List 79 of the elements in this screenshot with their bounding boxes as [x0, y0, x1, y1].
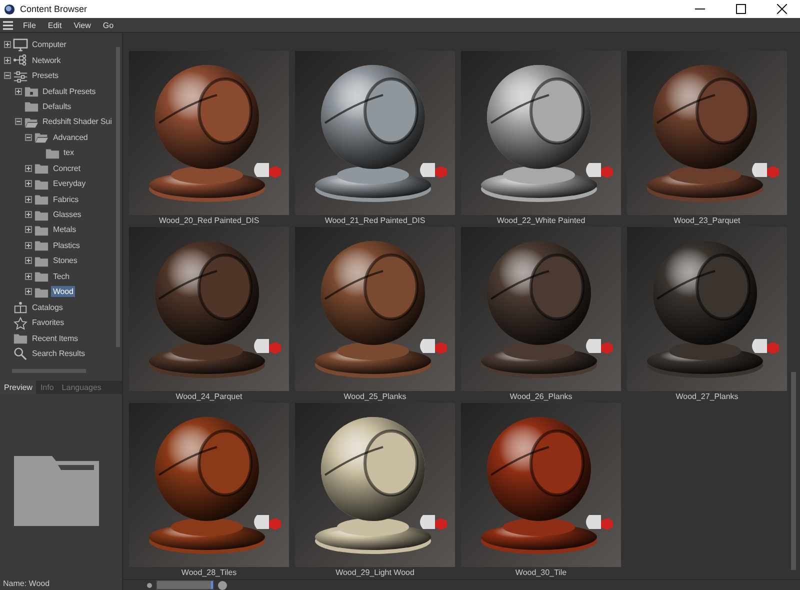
preview-name: Name: Wood [3, 579, 51, 588]
menu-icon[interactable] [3, 20, 13, 30]
tree-item[interactable]: Defaults [40, 100, 74, 112]
zoom-out-dot[interactable] [147, 582, 152, 588]
menu-item[interactable]: Edit [46, 20, 64, 30]
material-name: Wood_28_Tiles [180, 567, 238, 579]
zoom-in-dot[interactable] [218, 580, 227, 590]
tree-item[interactable]: Glasses [51, 209, 84, 220]
tree-item[interactable]: Search Results [30, 348, 87, 359]
collapse-icon[interactable] [25, 134, 32, 141]
material-name: Wood_30_Tile [514, 567, 568, 579]
material-sphere-render[interactable] [295, 403, 455, 567]
expand-icon[interactable] [25, 272, 32, 280]
material-sphere-render[interactable] [129, 403, 289, 567]
expand-icon[interactable] [25, 226, 32, 234]
tree-item[interactable]: Redshift Shader Sui [40, 116, 114, 128]
star-icon [13, 316, 28, 330]
material-name: Wood_21_Red Painted_DIS [324, 215, 426, 227]
material-name: Wood_29_Light Wood [334, 567, 416, 579]
tree-item[interactable]: Tech [51, 270, 72, 282]
material-sphere-render[interactable] [295, 51, 455, 215]
expand-icon[interactable] [25, 211, 32, 218]
material-sphere-render[interactable] [295, 227, 455, 391]
panel-tab[interactable]: Preview [0, 381, 36, 394]
expand-icon[interactable] [25, 180, 32, 188]
material-sphere-render[interactable] [461, 403, 621, 567]
material-sphere-render[interactable] [461, 227, 621, 391]
expand-icon[interactable] [25, 257, 32, 264]
catalog-icon [13, 300, 28, 314]
minimize-icon[interactable] [695, 8, 705, 10]
tree-item[interactable]: Presets [30, 70, 60, 82]
material-name: Wood_26_Planks [508, 391, 574, 403]
expand-icon[interactable] [25, 196, 32, 203]
material-sphere-render[interactable] [129, 227, 289, 391]
material-sphere-render[interactable] [627, 227, 787, 391]
material-name: Wood_25_Planks [342, 391, 408, 403]
search-icon [13, 346, 28, 360]
tree-item[interactable]: Catalogs [30, 302, 65, 313]
tree-item[interactable]: Fabrics [51, 194, 81, 205]
network-icon [13, 53, 28, 68]
menu-item[interactable]: File [21, 20, 38, 30]
tree-item[interactable]: Stones [51, 255, 80, 266]
menu-item[interactable]: View [72, 20, 93, 30]
expand-icon[interactable] [25, 164, 32, 172]
maximize-icon[interactable] [736, 4, 746, 14]
expand-icon[interactable] [4, 41, 11, 48]
tree-item[interactable]: Favorites [30, 317, 66, 328]
sliders-icon [13, 68, 28, 83]
folder-preview-icon [14, 456, 99, 526]
monitor-icon [13, 38, 28, 52]
tree-item[interactable]: Advanced [51, 132, 90, 143]
material-name: Wood_23_Parquet [672, 215, 742, 227]
material-sphere-render[interactable] [627, 51, 787, 215]
collapse-icon[interactable] [4, 72, 11, 80]
material-name: Wood_22_White Painted [496, 215, 586, 227]
tree-item[interactable]: Recent Items [30, 332, 80, 344]
menu-item[interactable]: Go [100, 20, 116, 30]
collapse-icon[interactable] [14, 118, 22, 126]
tree-item[interactable]: Computer [30, 39, 68, 50]
material-sphere-render[interactable] [461, 51, 621, 215]
material-name: Wood_24_Parquet [174, 391, 244, 403]
expand-icon[interactable] [14, 88, 22, 95]
tree-item[interactable]: Network [30, 54, 63, 66]
material-name: Wood_20_Red Painted_DIS [158, 215, 260, 227]
close-icon[interactable] [777, 4, 787, 14]
tree-item[interactable]: Concret [51, 162, 82, 174]
expand-icon[interactable] [25, 242, 32, 249]
expand-icon[interactable] [25, 288, 32, 296]
tree-item[interactable]: Metals [51, 224, 78, 236]
tree-item[interactable]: Wood [51, 286, 76, 298]
window-title: Content Browser [20, 4, 88, 14]
expand-icon[interactable] [4, 56, 11, 64]
tree-item[interactable]: tex [62, 147, 76, 158]
tree-item[interactable]: Default Presets [40, 86, 98, 97]
material-name: Wood_27_Planks [674, 391, 740, 403]
material-sphere-render[interactable] [129, 51, 289, 215]
tree-item[interactable]: Plastics [51, 240, 82, 251]
app-logo-icon [4, 4, 15, 14]
tree-item[interactable]: Everyday [51, 178, 88, 190]
